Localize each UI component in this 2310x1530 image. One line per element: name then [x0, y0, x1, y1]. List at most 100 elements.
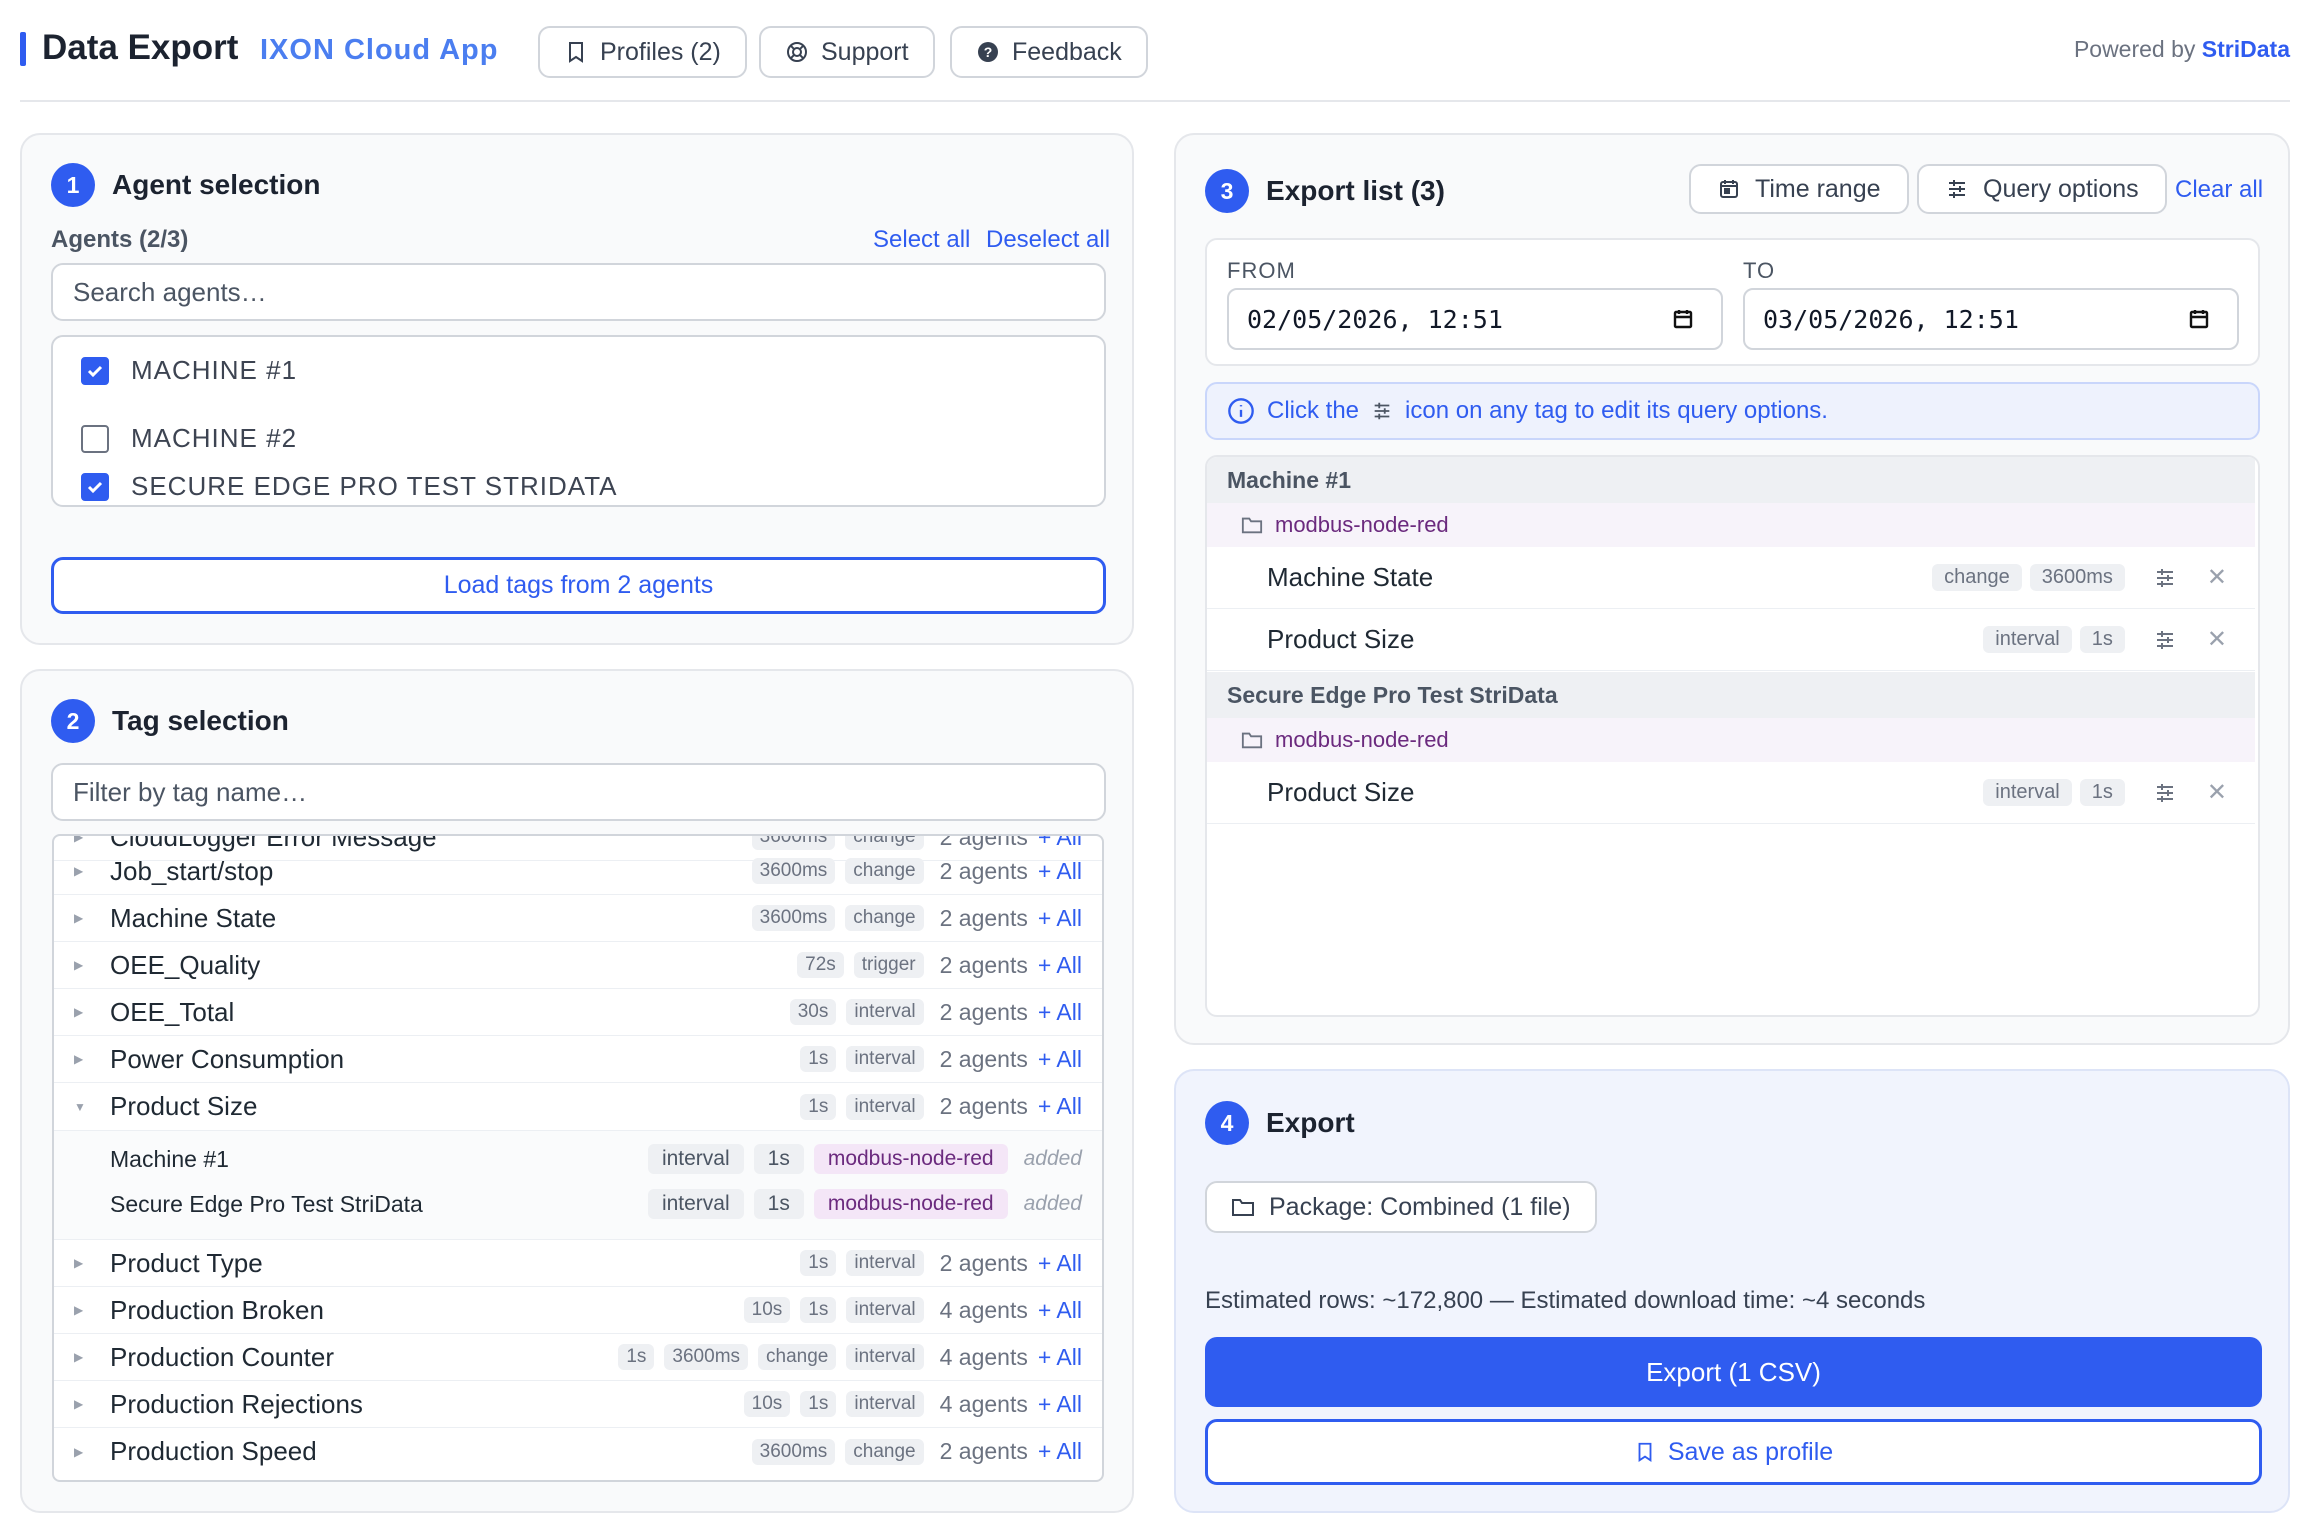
add-all-link[interactable]: + All	[1038, 1046, 1082, 1073]
export-panel: 4 Export Package: Combined (1 file) Esti…	[1174, 1069, 2290, 1513]
filter-tags-input[interactable]: Filter by tag name…	[51, 763, 1106, 821]
calendar-icon[interactable]	[2187, 307, 2211, 331]
export-button[interactable]: Export (1 CSV)	[1205, 1337, 2262, 1407]
export-item-meta: change 3600ms ✕	[1932, 563, 2227, 592]
add-all-link[interactable]: + All	[1038, 858, 1082, 885]
tag-row[interactable]: ▶ Job_start/stop 3600ms change 2 agents …	[54, 848, 1102, 895]
tag-name: OEE_Total	[110, 996, 235, 1027]
tag-row[interactable]: ▶ Production Speed 3600ms change 2 agent…	[54, 1428, 1102, 1475]
agent-item[interactable]: MACHINE #1	[81, 355, 297, 386]
tag-row[interactable]: ▶ OEE_Total 30s interval 2 agents + All	[54, 989, 1102, 1036]
expand-triangle-icon[interactable]: ▶	[74, 836, 83, 844]
tag-meta: 1s interval 2 agents + All	[800, 1250, 1082, 1277]
tag-chip: interval	[846, 1297, 924, 1323]
deselect-all-link[interactable]: Deselect all	[986, 226, 1110, 254]
bookmark-icon	[1638, 1442, 1652, 1462]
source-name: modbus-node-red	[1275, 727, 1449, 752]
tag-meta: 1s interval 2 agents + All	[800, 1046, 1082, 1073]
agents-count: 2 agents	[939, 1438, 1028, 1464]
info-text-post: icon on any tag to edit its query option…	[1405, 397, 1828, 424]
powered-brand-link[interactable]: StriData	[2202, 36, 2290, 62]
time-range-label: Time range	[1755, 174, 1881, 203]
expand-triangle-icon[interactable]: ▶	[74, 1397, 83, 1411]
tag-chip: 1s	[800, 1093, 837, 1120]
calendar-icon[interactable]	[1671, 307, 1695, 331]
tag-row[interactable]: ▶ Power Consumption 1s interval 2 agents…	[54, 1036, 1102, 1083]
remove-icon[interactable]: ✕	[2207, 778, 2227, 807]
agent-tag-meta: interval 1s modbus-node-red added	[647, 1144, 1082, 1174]
expand-triangle-icon[interactable]: ▶	[74, 1445, 83, 1459]
agent-name: Machine #1	[110, 1145, 229, 1172]
tag-list: ▶ CloudLogger Error Message 3600ms chang…	[52, 834, 1104, 1482]
calendar-icon	[1720, 180, 1738, 198]
add-all-link[interactable]: + All	[1038, 1438, 1082, 1465]
collapse-triangle-icon[interactable]: ▼	[74, 1100, 86, 1114]
save-profile-button[interactable]: Save as profile	[1205, 1419, 2262, 1485]
clear-all-link[interactable]: Clear all	[2175, 176, 2263, 204]
tag-row[interactable]: ▶ OEE_Quality 72s trigger 2 agents + All	[54, 942, 1102, 989]
tag-name: Job_start/stop	[110, 855, 274, 886]
lifebuoy-icon	[787, 42, 807, 62]
tag-meta: 3600ms change 2 agents + All	[751, 858, 1082, 885]
expand-triangle-icon[interactable]: ▶	[74, 1005, 83, 1019]
query-options-button[interactable]: Query options	[1917, 164, 2167, 214]
expand-triangle-icon[interactable]: ▶	[74, 1350, 83, 1364]
checkbox-unchecked[interactable]	[81, 424, 109, 453]
expand-triangle-icon[interactable]: ▶	[74, 1256, 83, 1270]
agent-tag-row: Secure Edge Pro Test StriData interval 1…	[54, 1182, 1102, 1226]
expand-triangle-icon[interactable]: ▶	[74, 864, 83, 878]
tag-chip: 1s	[800, 1046, 837, 1072]
agents-count: 2 agents	[939, 998, 1028, 1025]
expand-triangle-icon[interactable]: ▶	[74, 911, 83, 925]
export-item-name: Product Size	[1267, 624, 1415, 654]
mode-chip: interval	[647, 1189, 744, 1219]
remove-icon[interactable]: ✕	[2207, 625, 2227, 654]
query-options-icon[interactable]	[2151, 779, 2179, 807]
package-button[interactable]: Package: Combined (1 file)	[1205, 1181, 1597, 1233]
profiles-button[interactable]: Profiles (2)	[538, 26, 747, 78]
time-range-button[interactable]: Time range	[1689, 164, 1909, 214]
search-agents-input[interactable]: Search agents…	[51, 263, 1106, 321]
select-all-link[interactable]: Select all	[873, 226, 970, 254]
export-title: Export	[1266, 1107, 1355, 1138]
remove-icon[interactable]: ✕	[2207, 563, 2227, 592]
source-name: modbus-node-red	[1275, 512, 1449, 537]
mode-chip: interval	[1983, 779, 2072, 806]
query-options-icon[interactable]	[2151, 564, 2179, 592]
add-all-link[interactable]: + All	[1038, 999, 1082, 1026]
tag-row[interactable]: ▶ Production Broken 10s 1s interval 4 ag…	[54, 1287, 1102, 1334]
add-all-link[interactable]: + All	[1038, 1391, 1082, 1418]
add-all-link[interactable]: + All	[1038, 905, 1082, 932]
tag-meta: 3600ms change 2 agents + All	[751, 1438, 1082, 1465]
estimate-text: Estimated rows: ~172,800 — Estimated dow…	[1205, 1287, 1926, 1314]
agent-item[interactable]: MACHINE #2	[81, 423, 297, 454]
expand-triangle-icon[interactable]: ▶	[74, 958, 83, 972]
add-all-link[interactable]: + All	[1038, 1344, 1082, 1371]
agent-name: MACHINE #2	[131, 423, 298, 453]
added-status: added	[1023, 1192, 1082, 1215]
query-options-icon[interactable]	[2151, 626, 2179, 654]
add-all-link[interactable]: + All	[1038, 1093, 1082, 1120]
tag-row[interactable]: ▶ Product Type 1s interval 2 agents + Al…	[54, 1240, 1102, 1287]
to-date-input[interactable]: 03/05/2026, 12:51	[1743, 288, 2239, 350]
folder-icon	[1241, 732, 1263, 749]
from-date-input[interactable]: 02/05/2026, 12:51	[1227, 288, 1723, 350]
checkbox-checked[interactable]	[81, 356, 109, 385]
package-label: Package: Combined (1 file)	[1269, 1192, 1571, 1221]
expand-triangle-icon[interactable]: ▶	[74, 1052, 83, 1066]
add-all-link[interactable]: + All	[1038, 1250, 1082, 1277]
feedback-button[interactable]: ? Feedback	[950, 26, 1148, 78]
load-tags-button[interactable]: Load tags from 2 agents	[51, 557, 1106, 614]
tag-row[interactable]: ▶ Production Rejections 10s 1s interval …	[54, 1381, 1102, 1428]
page-title: Data Export	[42, 28, 239, 67]
tag-row-expanded[interactable]: ▼ Product Size 1s interval 2 agents + Al…	[54, 1083, 1102, 1130]
tag-row[interactable]: ▶ Machine State 3600ms change 2 agents +…	[54, 895, 1102, 942]
agent-item[interactable]: SECURE EDGE PRO TEST STRIDATA	[81, 471, 618, 502]
support-button[interactable]: Support	[759, 26, 935, 78]
checkbox-checked[interactable]	[81, 472, 109, 501]
expand-triangle-icon[interactable]: ▶	[74, 1303, 83, 1317]
tag-row[interactable]: ▶ Production Counter 1s 3600ms change in…	[54, 1334, 1102, 1381]
add-all-link[interactable]: + All	[1038, 952, 1082, 979]
add-all-link[interactable]: + All	[1038, 1297, 1082, 1324]
source-folder: modbus-node-red	[1207, 503, 2255, 547]
